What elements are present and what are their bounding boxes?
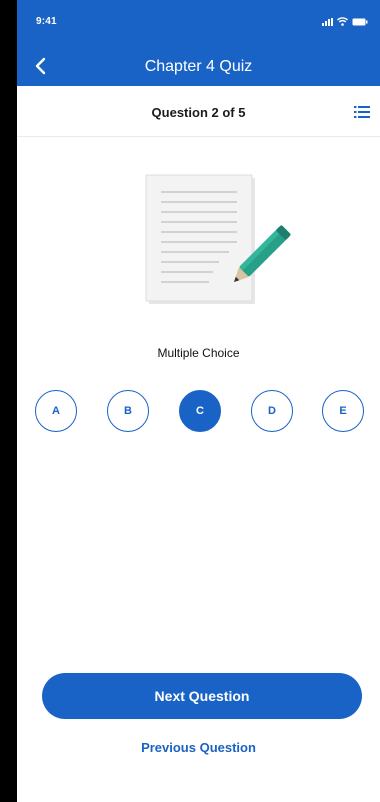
question-header: Question 2 of 5 xyxy=(17,86,380,137)
wifi-icon xyxy=(337,17,348,26)
option-c-button[interactable]: C xyxy=(179,390,221,432)
option-b-button[interactable]: B xyxy=(107,390,149,432)
document-pencil-icon xyxy=(139,170,299,310)
option-d-button[interactable]: D xyxy=(251,390,293,432)
question-list-button[interactable] xyxy=(354,105,370,119)
next-question-button[interactable]: Next Question xyxy=(42,673,362,719)
battery-icon xyxy=(352,18,368,26)
previous-question-link[interactable]: Previous Question xyxy=(17,740,380,755)
quiz-screen: 9:41 Chapter 4 Quiz Question 2 of 5 Mult… xyxy=(17,0,380,802)
option-a-button[interactable]: A xyxy=(35,390,77,432)
app-bar: 9:41 Chapter 4 Quiz xyxy=(17,0,380,86)
answer-options: A B C D E xyxy=(17,390,380,436)
page-title: Chapter 4 Quiz xyxy=(144,58,253,75)
status-icons xyxy=(322,16,368,26)
signal-icon xyxy=(322,18,333,26)
option-e-button[interactable]: E xyxy=(322,390,364,432)
question-type-label: Multiple Choice xyxy=(157,346,240,360)
question-counter: Question 2 of 5 xyxy=(151,105,246,120)
list-icon xyxy=(354,106,370,118)
status-time: 9:41 xyxy=(36,16,57,27)
